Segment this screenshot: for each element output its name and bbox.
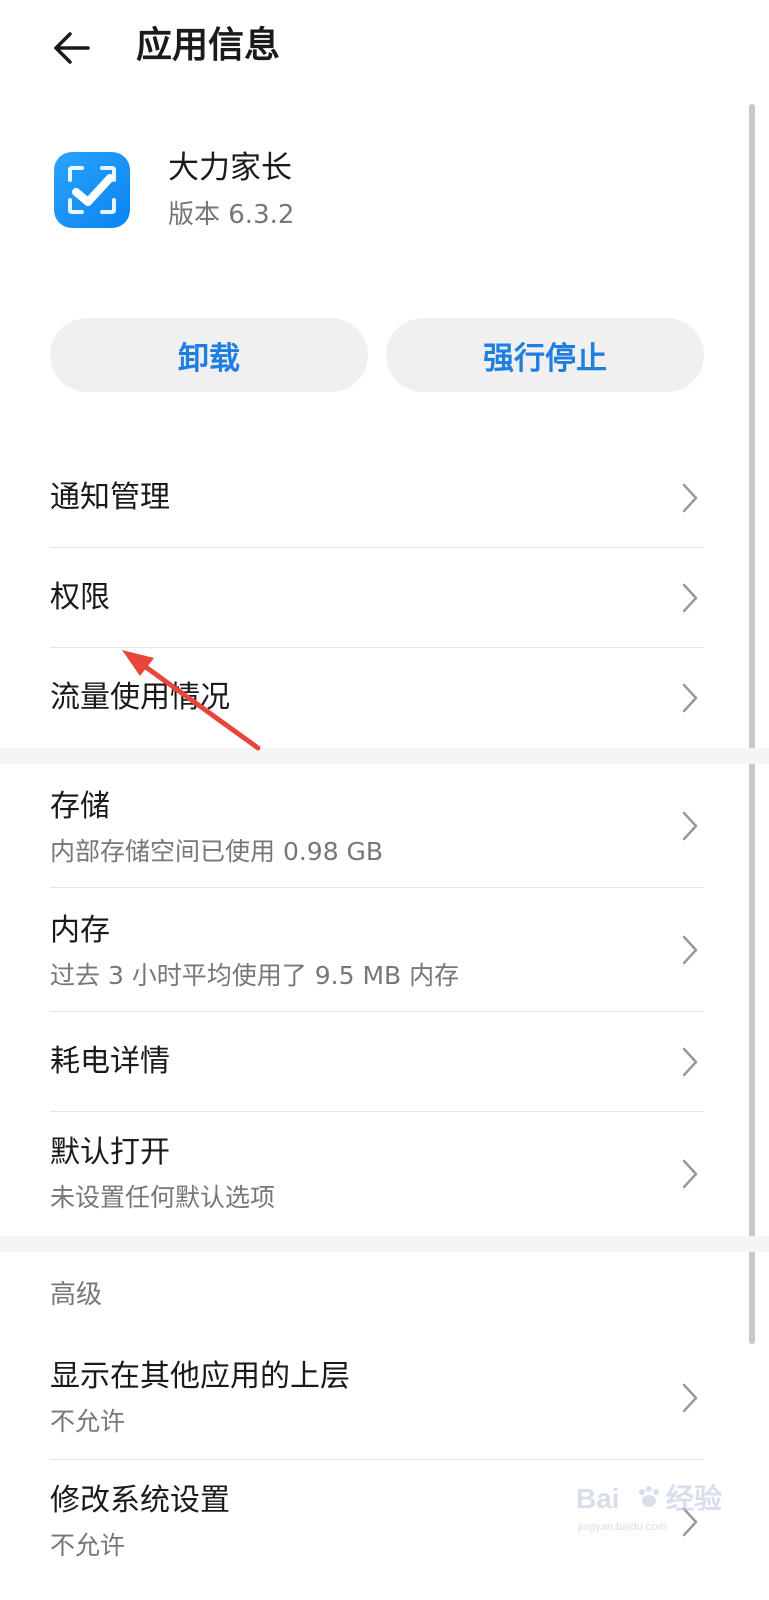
chevron-right-icon bbox=[682, 935, 698, 965]
chevron-right-icon bbox=[682, 811, 698, 841]
arrow-left-icon bbox=[54, 32, 90, 64]
chevron-right-icon bbox=[682, 583, 698, 613]
section-header-advanced: 高级 bbox=[50, 1280, 103, 1310]
list-item-draw-over-apps[interactable]: 显示在其他应用的上层 不允许 bbox=[0, 1336, 769, 1460]
list-item-open-by-default[interactable]: 默认打开 未设置任何默认选项 bbox=[0, 1112, 769, 1236]
list-item-label: 耗电详情 bbox=[50, 1044, 170, 1079]
list-item-subtitle: 不允许 bbox=[50, 1531, 126, 1560]
list-item-label: 存储 bbox=[50, 789, 110, 824]
list-item-label: 内存 bbox=[50, 913, 110, 948]
chevron-right-icon bbox=[682, 1383, 698, 1413]
list-item-label: 权限 bbox=[50, 580, 110, 615]
chevron-right-icon bbox=[682, 483, 698, 513]
page-title: 应用信息 bbox=[136, 25, 281, 66]
list-item-data-usage[interactable]: 流量使用情况 bbox=[0, 648, 769, 748]
app-version: 版本 6.3.2 bbox=[168, 200, 295, 230]
list-item-label: 修改系统设置 bbox=[50, 1483, 230, 1518]
section-gap bbox=[0, 1236, 769, 1252]
list-item-permissions[interactable]: 权限 bbox=[0, 548, 769, 648]
chevron-right-icon bbox=[682, 683, 698, 713]
uninstall-button[interactable]: 卸载 bbox=[50, 318, 368, 392]
list-item-memory[interactable]: 内存 过去 3 小时平均使用了 9.5 MB 内存 bbox=[0, 888, 769, 1012]
watermark-brand: Bai bbox=[576, 1483, 620, 1514]
list-item-notifications[interactable]: 通知管理 bbox=[0, 448, 769, 548]
chevron-right-icon bbox=[682, 1159, 698, 1189]
baidu-watermark-logo: Bai 经验 jingyan.baidu.com bbox=[576, 1482, 722, 1533]
list-item-subtitle: 不允许 bbox=[50, 1407, 126, 1436]
list-item-subtitle: 过去 3 小时平均使用了 9.5 MB 内存 bbox=[50, 961, 460, 990]
list-item-subtitle: 内部存储空间已使用 0.98 GB bbox=[50, 837, 384, 866]
list-item-label: 通知管理 bbox=[50, 480, 170, 515]
force-stop-button[interactable]: 强行停止 bbox=[386, 318, 704, 392]
header: 应用信息 bbox=[0, 0, 769, 96]
list-item-subtitle: 未设置任何默认选项 bbox=[50, 1183, 276, 1212]
paw-icon bbox=[639, 1486, 659, 1507]
section-gap bbox=[0, 748, 769, 764]
list-item-storage[interactable]: 存储 内部存储空间已使用 0.98 GB bbox=[0, 764, 769, 888]
list-item-battery[interactable]: 耗电详情 bbox=[0, 1012, 769, 1112]
back-button[interactable] bbox=[48, 22, 100, 74]
watermark-site: jingyan.baidu.com bbox=[577, 1521, 667, 1533]
list-item-label: 流量使用情况 bbox=[50, 680, 230, 715]
list-item-label: 默认打开 bbox=[50, 1135, 170, 1170]
chevron-right-icon bbox=[682, 1047, 698, 1077]
checkmark-app-icon bbox=[54, 152, 130, 228]
list-item-label: 显示在其他应用的上层 bbox=[50, 1359, 350, 1394]
watermark-suffix: 经验 bbox=[666, 1482, 722, 1514]
app-name: 大力家长 bbox=[168, 150, 292, 186]
